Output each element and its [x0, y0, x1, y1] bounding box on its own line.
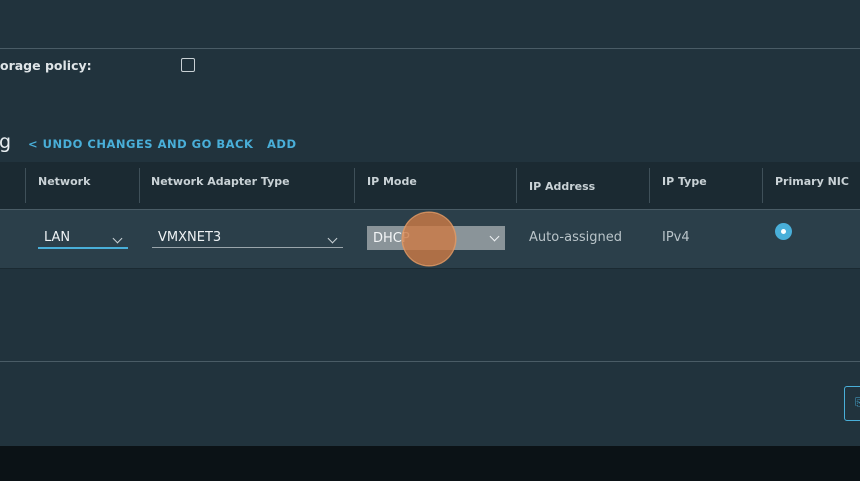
header-adapter-type: Network Adapter Type — [151, 175, 290, 188]
network-select-value: LAN — [44, 230, 71, 245]
column-separator — [25, 168, 26, 203]
footer-button-icon: ⎘ — [855, 396, 860, 409]
network-select[interactable]: LAN — [38, 229, 128, 249]
ip-type-value: IPv4 — [662, 230, 690, 245]
footer-button[interactable]: ⎘ — [844, 386, 860, 421]
cursor-indicator — [403, 213, 455, 265]
header-ip-mode: IP Mode — [367, 175, 417, 188]
header-primary-nic: Primary NIC — [775, 175, 849, 188]
undo-changes-link[interactable]: < UNDO CHANGES AND GO BACK — [28, 137, 253, 151]
adapter-type-select[interactable]: VMXNET3 — [152, 229, 343, 248]
chevron-down-icon — [112, 233, 123, 244]
header-ip-address: IP Address — [529, 180, 596, 193]
add-nic-link[interactable]: ADD — [267, 137, 297, 151]
column-separator — [762, 168, 763, 203]
header-network: Network — [38, 175, 91, 188]
nic-table-header: Network Network Adapter Type IP Mode IP … — [0, 162, 860, 210]
networking-section-title: g — [0, 131, 12, 153]
storage-policy-checkbox[interactable] — [181, 58, 195, 72]
divider-top — [0, 48, 860, 49]
divider-bottom — [0, 361, 860, 362]
bottom-bar — [0, 446, 860, 481]
column-separator — [354, 168, 355, 203]
column-separator — [139, 168, 140, 203]
storage-policy-label: orage policy: — [0, 58, 92, 73]
column-separator — [516, 168, 517, 203]
chevron-down-icon — [327, 233, 338, 244]
vm-settings-panel: orage policy: g < UNDO CHANGES AND GO BA… — [0, 0, 860, 446]
chevron-down-icon — [489, 231, 500, 242]
ip-address-value: Auto-assigned — [529, 230, 622, 245]
header-ip-type: IP Type — [662, 175, 707, 188]
adapter-type-value: VMXNET3 — [158, 230, 222, 245]
column-separator — [649, 168, 650, 203]
primary-nic-radio[interactable] — [775, 223, 792, 240]
